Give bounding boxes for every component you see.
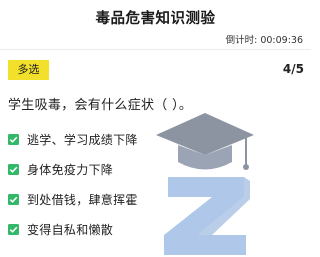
question-progress: 4/5	[282, 62, 304, 76]
page-title: 毒品危害知识测验	[95, 11, 216, 27]
option-label: 到处借钱，肆意挥霍	[27, 192, 138, 207]
option-2[interactable]: 身体免疫力下降	[8, 159, 311, 179]
quiz-screen: 毒品危害知识测验 倒计时: 00:09:36 多选 4/5 学生吸毒，会有什么症…	[0, 0, 311, 257]
option-1[interactable]: 逃学、学习成绩下降	[8, 129, 311, 149]
option-3[interactable]: 到处借钱，肆意挥霍	[8, 189, 311, 209]
option-label: 变得自私和懒散	[27, 222, 114, 237]
checkbox-checked-icon[interactable]	[8, 133, 19, 145]
question-text: 学生吸毒，会有什么症状（ ）。	[8, 98, 193, 113]
answer-options: 逃学、学习成绩下降 身体免疫力下降 到处借钱，肆意挥霍 变得自私和懒散	[8, 129, 311, 249]
header-divider	[0, 49, 311, 50]
countdown-timer: 倒计时: 00:09:36	[225, 35, 303, 46]
checkbox-checked-icon[interactable]	[8, 223, 19, 235]
checkbox-checked-icon[interactable]	[8, 163, 19, 175]
question-type-badge: 多选	[8, 60, 49, 80]
checkbox-checked-icon[interactable]	[8, 193, 19, 205]
option-label: 身体免疫力下降	[27, 162, 114, 177]
option-label: 逃学、学习成绩下降	[27, 132, 138, 147]
option-4[interactable]: 变得自私和懒散	[8, 219, 311, 239]
